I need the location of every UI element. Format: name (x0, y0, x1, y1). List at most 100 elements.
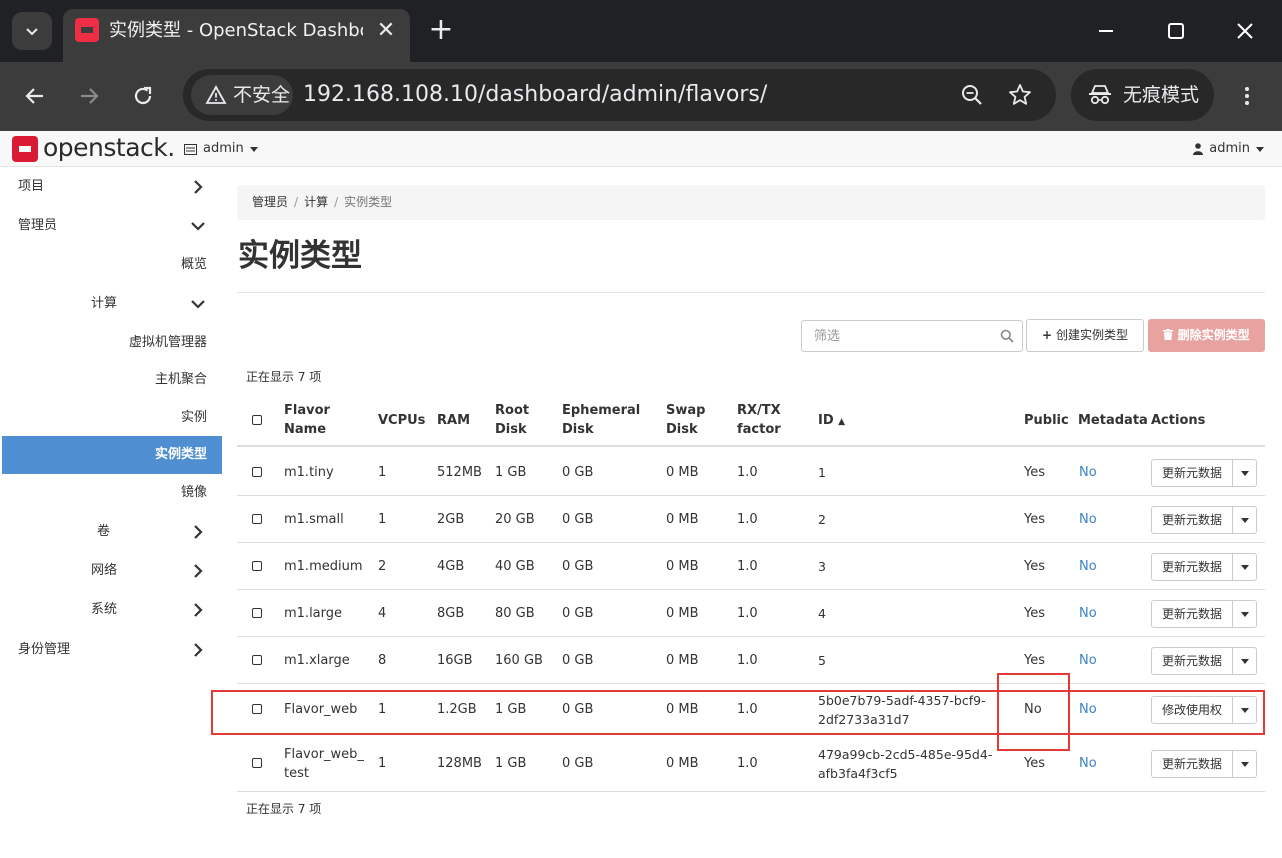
column-header-flavor-name[interactable]: Flavor Name (284, 401, 330, 439)
browser-menu-button[interactable] (1227, 76, 1267, 116)
sidebar-item-project[interactable]: 项目 (2, 168, 222, 206)
column-header-id[interactable]: ID ▲ (818, 411, 845, 432)
sidebar-item-network[interactable]: 网络 (2, 552, 222, 590)
cell-rxtx-factor: 1.0 (737, 653, 758, 668)
column-header-root-disk[interactable]: Root Disk (495, 401, 529, 439)
select-all-checkbox[interactable] (252, 415, 262, 425)
openstack-favicon-icon (75, 18, 99, 42)
row-action-dropdown-toggle[interactable] (1232, 553, 1257, 581)
row-action-dropdown-toggle[interactable] (1232, 750, 1257, 778)
forward-button[interactable] (69, 76, 109, 116)
breadcrumb-item-admin[interactable]: 管理员 (252, 195, 288, 209)
sidebar-item-compute[interactable]: 计算 (2, 285, 222, 323)
row-checkbox[interactable] (252, 758, 262, 768)
row-checkbox[interactable] (252, 467, 262, 477)
cell-swap-disk: 0 MB (666, 606, 699, 621)
reload-button[interactable] (123, 76, 163, 116)
create-flavor-button[interactable]: + 创建实例类型 (1026, 319, 1144, 352)
address-bar[interactable]: 不安全 192.168.108.10/dashboard/admin/flavo… (183, 69, 1056, 121)
sidebar-item-identity[interactable]: 身份管理 (2, 631, 222, 669)
project-selector[interactable]: admin (184, 140, 258, 158)
sidebar-item-label: 系统 (91, 602, 118, 617)
user-menu[interactable]: admin (1193, 140, 1264, 158)
metadata-link[interactable]: No (1079, 557, 1097, 576)
filter-input[interactable] (802, 321, 992, 351)
openstack-logo-text: openstack. (43, 133, 175, 162)
sidebar-item-volumes[interactable]: 卷 (2, 513, 222, 551)
flavor-name-link[interactable]: Flavor_web_ test (284, 745, 364, 783)
browser-tab[interactable]: 实例类型 - OpenStack Dashboard ✕ (63, 9, 410, 62)
column-header-metadata[interactable]: Metadata (1078, 411, 1148, 430)
cell-ram: 4GB (437, 559, 465, 574)
sidebar-item-label: 虚拟机管理器 (129, 335, 208, 350)
star-icon (1009, 84, 1031, 105)
flavor-name-link[interactable]: m1.xlarge (284, 651, 350, 670)
metadata-link[interactable]: No (1079, 604, 1097, 623)
cell-rxtx-factor: 1.0 (737, 606, 758, 621)
flavor-name-link[interactable]: m1.small (284, 510, 344, 529)
row-checkbox[interactable] (252, 608, 262, 618)
flavor-name-link[interactable]: m1.large (284, 604, 342, 623)
column-header-swap-disk[interactable]: Swap Disk (666, 401, 705, 439)
cell-public: Yes (1024, 756, 1045, 771)
back-button[interactable] (15, 76, 55, 116)
row-checkbox[interactable] (252, 514, 262, 524)
metadata-link[interactable]: No (1079, 463, 1097, 482)
sidebar-item-overview[interactable]: 概览 (2, 246, 222, 284)
tab-search-button[interactable] (12, 12, 52, 50)
column-header-public[interactable]: Public (1024, 411, 1069, 430)
column-header-vcpus[interactable]: VCPUs (378, 411, 425, 430)
sidebar-item-system[interactable]: 系统 (2, 591, 222, 629)
tab-title: 实例类型 - OpenStack Dashboard (109, 20, 363, 41)
minimize-icon (1099, 30, 1113, 32)
column-header-ram[interactable]: RAM (437, 411, 470, 430)
row-action-button[interactable]: 更新元数据 (1151, 750, 1233, 778)
row-action-button[interactable]: 更新元数据 (1151, 459, 1233, 487)
row-action-dropdown-toggle[interactable] (1232, 506, 1257, 534)
warning-triangle-icon (205, 85, 227, 104)
sidebar-item-hypervisors[interactable]: 虚拟机管理器 (2, 324, 222, 362)
sidebar-item-flavors[interactable]: 实例类型 (2, 436, 222, 474)
window-close-button[interactable] (1223, 12, 1267, 50)
cell-root-disk: 1 GB (495, 756, 527, 771)
sidebar-item-admin[interactable]: 管理员 (2, 207, 222, 245)
column-header-ephemeral-disk[interactable]: Ephemeral Disk (562, 401, 640, 439)
zoom-button[interactable] (959, 82, 985, 108)
bookmark-button[interactable] (1007, 82, 1033, 108)
new-tab-button[interactable]: + (425, 14, 457, 46)
row-action-button[interactable]: 更新元数据 (1151, 506, 1233, 534)
plus-icon: + (428, 12, 454, 47)
row-action-button[interactable]: 更新元数据 (1151, 553, 1233, 581)
row-action-button[interactable]: 更新元数据 (1151, 600, 1233, 628)
row-action-dropdown-toggle[interactable] (1232, 459, 1257, 487)
cell-ram: 8GB (437, 606, 465, 621)
window-maximize-button[interactable] (1154, 12, 1198, 50)
metadata-link[interactable]: No (1079, 510, 1097, 529)
cell-rxtx-factor: 1.0 (737, 512, 758, 527)
flavor-name-link[interactable]: m1.tiny (284, 463, 334, 482)
flavor-name-link[interactable]: m1.medium (284, 557, 363, 576)
row-action-dropdown-toggle[interactable] (1232, 647, 1257, 675)
security-label: 不安全 (233, 84, 291, 106)
cell-ephemeral-disk: 0 GB (562, 606, 594, 621)
metadata-link[interactable]: No (1079, 754, 1097, 773)
caret-down-icon (1256, 146, 1264, 152)
column-header-rxtx-factor[interactable]: RX/TX factor (737, 401, 781, 439)
sidebar-item-instances[interactable]: 实例 (2, 399, 222, 437)
delete-flavor-button[interactable]: 删除实例类型 (1148, 319, 1265, 352)
row-checkbox[interactable] (252, 655, 262, 665)
url-text[interactable]: 192.168.108.10/dashboard/admin/flavors/ (303, 81, 767, 109)
sidebar-item-host-aggregates[interactable]: 主机聚合 (2, 361, 222, 399)
sidebar-item-images[interactable]: 镜像 (2, 474, 222, 512)
metadata-link[interactable]: No (1079, 651, 1097, 670)
breadcrumb-item-compute[interactable]: 计算 (304, 195, 328, 209)
window-minimize-button[interactable] (1084, 12, 1128, 50)
search-icon[interactable] (1000, 329, 1014, 343)
tab-close-button[interactable]: ✕ (374, 17, 398, 45)
row-checkbox[interactable] (252, 561, 262, 571)
site-security-chip[interactable]: 不安全 (191, 75, 293, 115)
row-action-button[interactable]: 更新元数据 (1151, 647, 1233, 675)
cell-id: 4 (818, 606, 826, 621)
incognito-indicator[interactable]: 无痕模式 (1071, 69, 1214, 121)
row-action-dropdown-toggle[interactable] (1232, 600, 1257, 628)
